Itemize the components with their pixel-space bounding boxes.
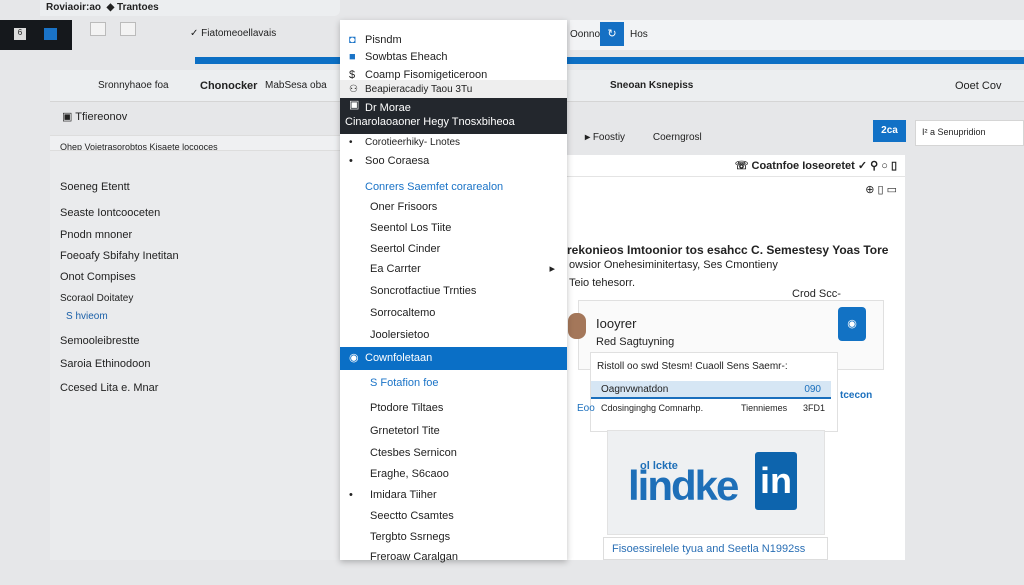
menu-item[interactable]: Ctesbes Sernicon [340, 443, 567, 463]
toolbar-item[interactable]: MabSesa oba [265, 80, 327, 91]
cta-link[interactable]: Crod Scc- [792, 288, 841, 300]
list-item[interactable]: Onot Compises [60, 271, 136, 283]
content-icons: ⊕ ▯ ▭ [865, 184, 897, 196]
address-text: Fiatomeoellavais [201, 28, 277, 39]
toolbar-item[interactable]: Sneoan Ksnepiss [610, 80, 693, 91]
menu-item-label: Sowbtas Eheach [365, 51, 448, 63]
menu-section-heading: Conrers Saemfet corarealon [365, 181, 504, 193]
menu-item-label: Pisndm [365, 34, 402, 46]
menu-item[interactable]: ⚇ Beapieracadiy Taou 3Tu [340, 80, 567, 100]
app-rail [0, 20, 72, 50]
list-item[interactable]: Ccesed Lita e. Mnar [60, 382, 158, 394]
tab-label: Roviaoir:ao [46, 2, 102, 13]
profile-role: Red Sagtuyning [596, 336, 675, 348]
menu-item[interactable]: Ptodore Tiltaes [340, 398, 567, 418]
list-item[interactable]: Saroia Ethinodoon [60, 358, 151, 370]
toolbar-item[interactable]: Chonocker [200, 80, 257, 92]
profile-name: Iooyrer [596, 316, 637, 331]
menu-item[interactable]: • Imidara Tiiher [340, 485, 567, 505]
menu-item[interactable]: Sorrocaltemo [340, 303, 567, 323]
restore-button[interactable] [120, 22, 136, 36]
logo-word: lindke [628, 462, 739, 509]
popup-field[interactable]: Oagnvwnatdon 090 [591, 381, 831, 399]
body-text: Teio tehesorr. [569, 277, 636, 289]
menu-item[interactable]: Seectto Csamtes [340, 506, 567, 526]
side-link[interactable]: tcecon [840, 390, 872, 401]
list-item[interactable]: Seaste Iontcooceten [60, 207, 160, 219]
menu-item-label: Dr Morae [365, 102, 411, 114]
menu-item[interactable]: • Corotieerhiky- Lnotes [340, 133, 567, 153]
meta-link[interactable]: Eoo [577, 403, 595, 414]
popup-question: Ristoll oo swd Stesm! Cuaoll Sens Saemr-… [597, 361, 788, 372]
menu-item-label: Cownfoletaan [365, 352, 433, 364]
menu-item-link[interactable]: S Fotafion foe [340, 373, 567, 393]
menu-item-label: Soo Coraesa [365, 155, 430, 167]
header-bar: Oonno Hos [570, 20, 1024, 50]
field-value: Oagnvwnatdon [601, 384, 669, 395]
menu-item-sublabel: Cinarolaoaoner Hegy Tnosxbiheoa [345, 116, 515, 128]
list-item[interactable]: Foeoafy Sbifahy Inetitan [60, 250, 179, 262]
menu-item[interactable]: Soncrotfactiue Trnties [340, 281, 567, 301]
active-app-icon[interactable] [44, 28, 57, 40]
menu-item[interactable]: Freroaw Caralgan [340, 547, 567, 567]
header-label-2: Hos [630, 29, 648, 40]
subtabs: ▸ Foostiy Coerngrosl [585, 132, 702, 143]
tab-label-2: Trantoes [117, 2, 159, 13]
chat-icon[interactable]: ◉ [838, 307, 866, 341]
meta-text: Cdosinginghg Comnarhp. [601, 403, 704, 413]
menu-item[interactable]: Oner Frisoors [340, 197, 567, 217]
toolbar-item[interactable]: Ooet Cov [955, 80, 1001, 92]
chevron-right-icon: ▸ [549, 263, 555, 275]
panel-title-text: Tfiereonov [75, 111, 128, 123]
list-item[interactable]: Semooleibrestte [60, 335, 140, 347]
menu-item[interactable]: Seentol Los Tiite [340, 218, 567, 238]
menu-item[interactable]: • Soo Coraesa [340, 151, 567, 171]
menu-item-submenu[interactable]: Ea Carrter ▸ [340, 259, 567, 279]
list-item[interactable]: Pnodn mnoner [60, 229, 132, 241]
menu-item-highlighted[interactable]: ▣ Dr Morae Cinarolaoaoner Hegy Tnosxbiheoa [340, 98, 567, 134]
meta-text: 3FD1 [803, 403, 826, 413]
headline: rekonieos Imtoonior tos esahcc C. Semest… [567, 243, 889, 257]
menu-item[interactable]: Eraghe, S6caoo [340, 464, 567, 484]
list-item[interactable]: Soeneg Etentt [60, 181, 130, 193]
logo-in-box: in [755, 452, 797, 510]
list-item[interactable]: Scoraol Doitatey [60, 293, 133, 304]
bottom-caption[interactable]: Fisoessirelele tyua and Seetla N1992ss [603, 537, 828, 560]
meta-text: Tienniemes [741, 403, 788, 413]
content-header-text: Coatnfoe Ioseoretet [751, 160, 855, 172]
content-header: ☏ Coatnfoe Ioseoretet ✓ ⚲ ○ ▯ [567, 155, 905, 177]
primary-button[interactable]: 2ca [873, 120, 906, 142]
address-bar[interactable]: ✓ Fiatomeoellavais [190, 28, 276, 39]
menu-item[interactable]: Tergbto Ssrnegs [340, 527, 567, 547]
search-input[interactable]: I² a Senupridion [915, 120, 1024, 146]
toolbar-item[interactable]: Sronnyhaoe foa [98, 80, 169, 91]
menu-item-label: Beapieracadiy Taou 3Tu [365, 84, 473, 95]
browser-tab[interactable]: Roviaoir:ao ◆ Trantoes [40, 0, 340, 16]
menu-item-label: Imidara Tiiher [370, 489, 437, 501]
left-panel: Soeneg Etentt Seaste Iontcooceten Pnodn … [50, 150, 340, 560]
menu-item[interactable]: Grnetetorl Tite [340, 421, 567, 441]
menu-item[interactable]: Seertol Cinder [340, 239, 567, 259]
app-icon[interactable]: 6 [14, 28, 26, 40]
menu-item-label: Ea Carrter [370, 263, 421, 275]
popup: Ristoll oo swd Stesm! Cuaoll Sens Saemr-… [590, 352, 838, 432]
list-item[interactable]: S hvieom [66, 311, 108, 322]
dropdown-menu: ◘ Pisndm ■ Sowbtas Eheach $ Coamp Fisomiget… [340, 20, 567, 563]
panel-title: ▣ Tfiereonov [62, 111, 128, 123]
tab-coerngrosl[interactable]: Coerngrosl [653, 132, 702, 143]
menu-item-selected[interactable]: ◉ Cownfoletaan [340, 347, 567, 370]
field-count: 090 [804, 384, 821, 395]
window-controls [90, 22, 136, 36]
progress-bar [195, 57, 1024, 64]
tab-foostiy[interactable]: Foostiy [593, 132, 625, 143]
header-label: Oonno [570, 29, 601, 40]
menu-item[interactable]: Joolersietoo [340, 325, 567, 345]
body-text: owsior Onehesiminitertasy, Ses Cmontieny [569, 259, 778, 271]
avatar [568, 313, 586, 339]
refresh-icon[interactable]: ↻ [600, 22, 624, 46]
menu-item[interactable]: ■ Sowbtas Eheach [340, 47, 567, 67]
menu-item-label: Corotieerhiky- Lnotes [365, 137, 461, 148]
minimize-button[interactable] [90, 22, 106, 36]
